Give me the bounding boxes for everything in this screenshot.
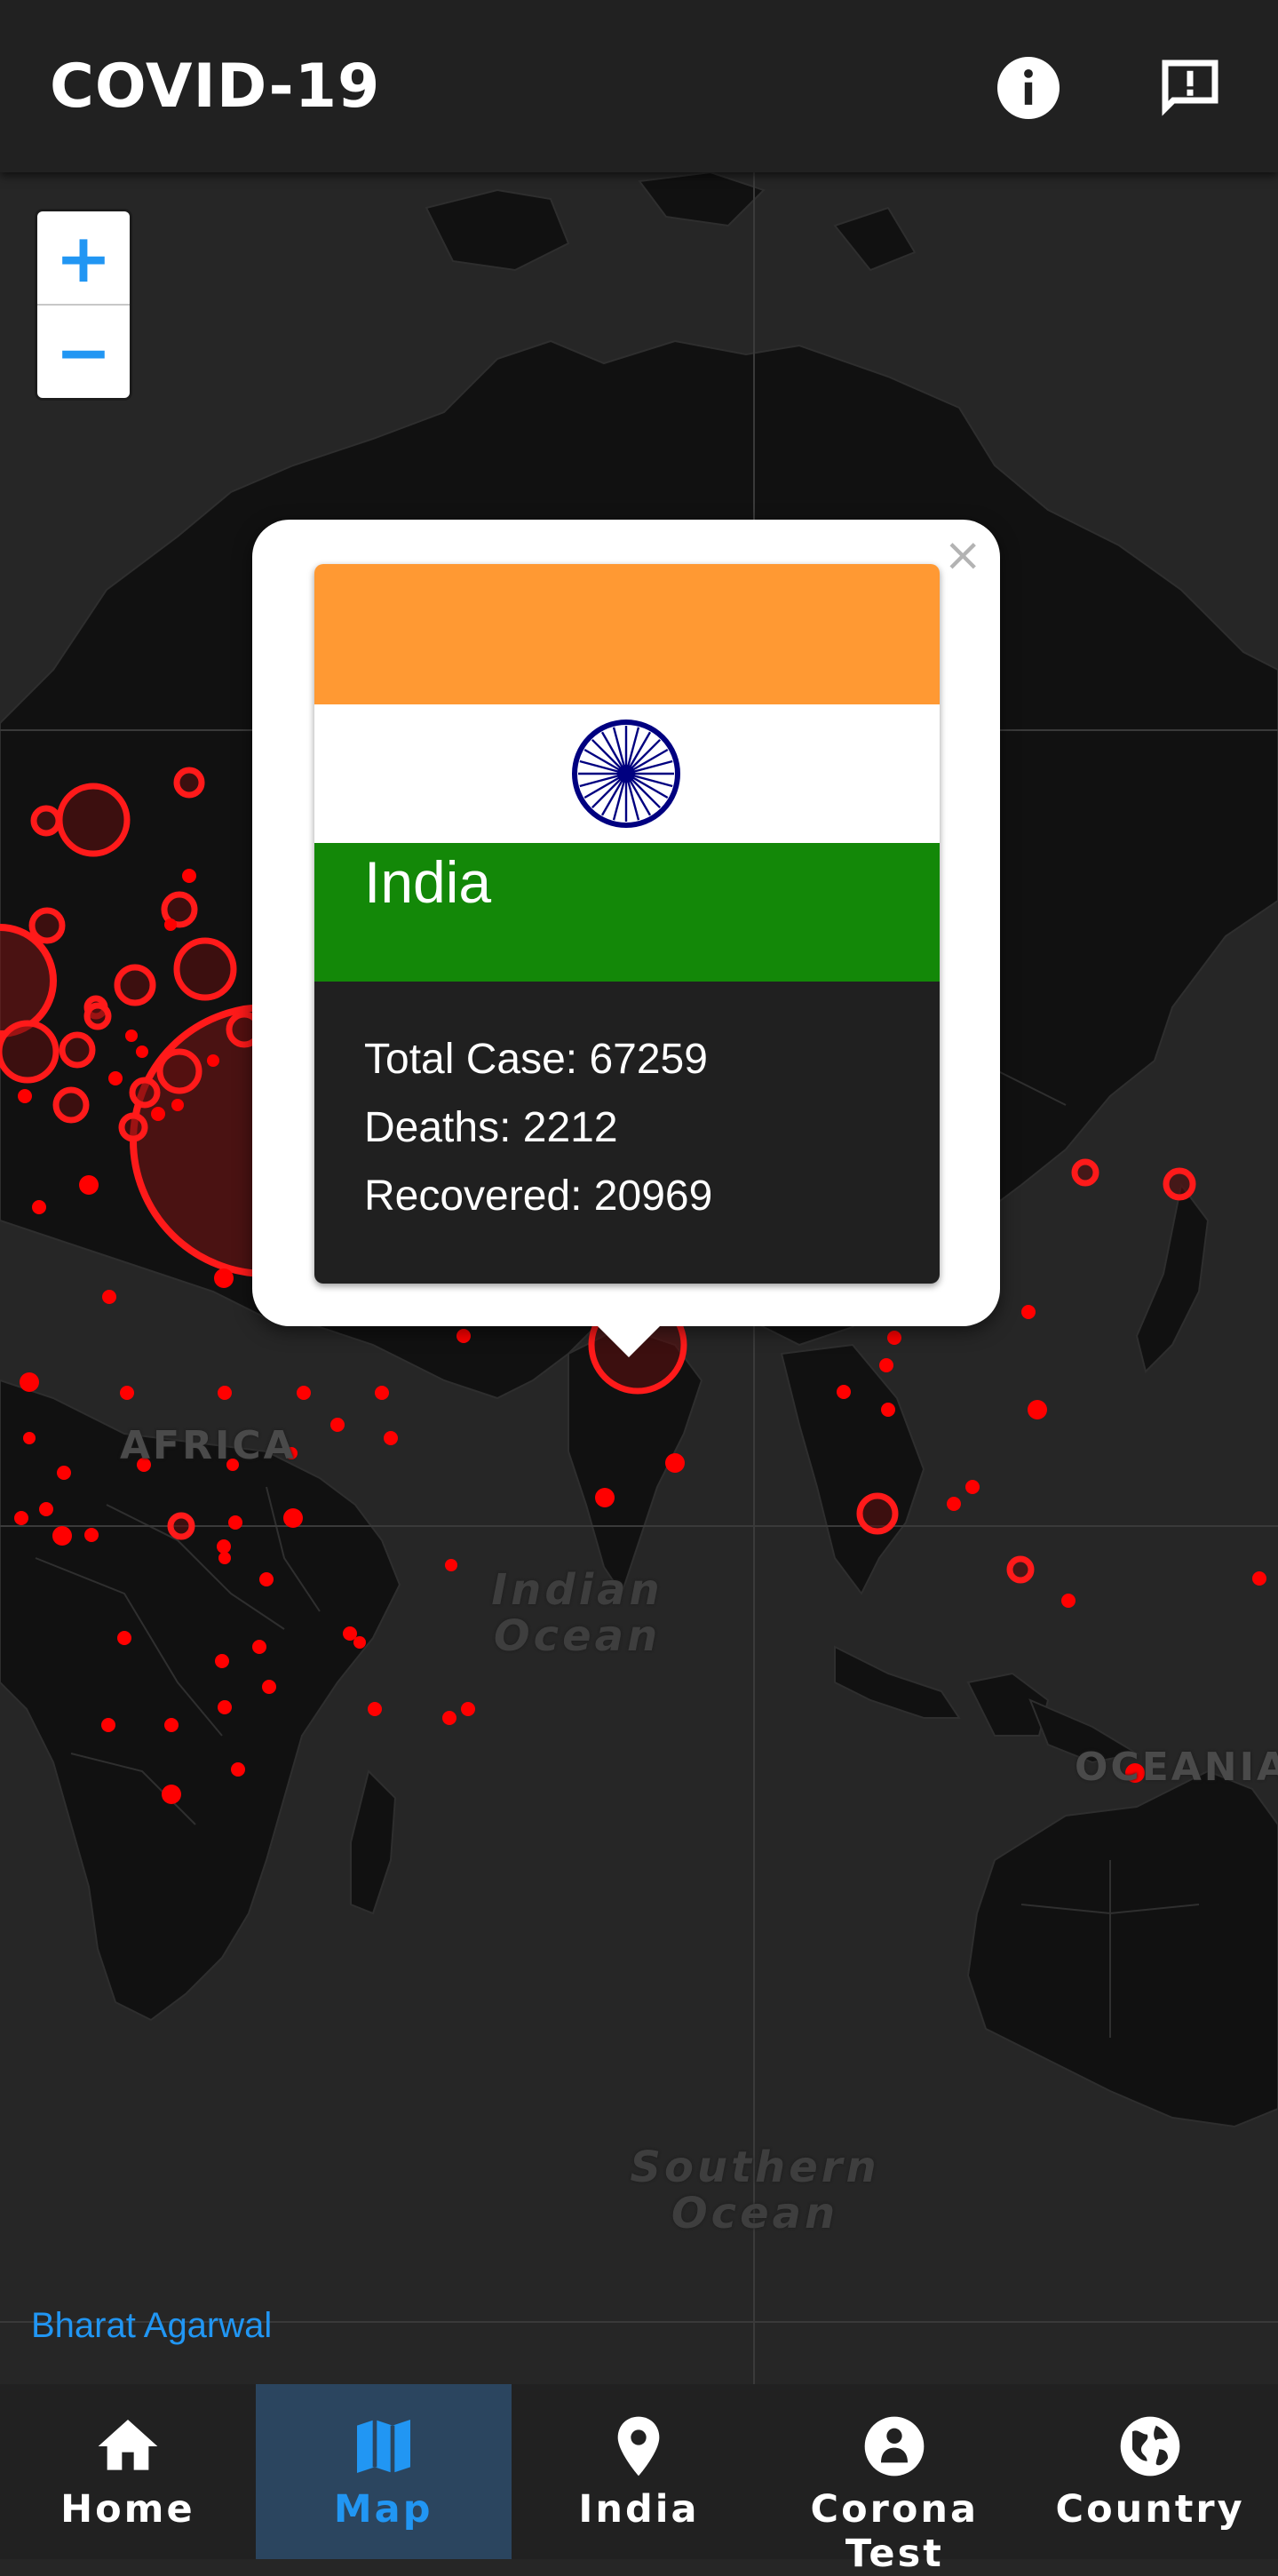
nav-label-map: Map [333, 2487, 433, 2532]
home-icon [98, 2420, 158, 2470]
map-label-indian-ocean: Indian Ocean [491, 1565, 663, 1661]
map-label-africa: AFRICA [120, 1423, 297, 1468]
nav-item-map[interactable]: Map [255, 2384, 512, 2559]
location-pin-icon [618, 2416, 660, 2477]
attribution-link[interactable]: Bharat Agarwal [31, 2306, 272, 2346]
ashoka-chakra-icon [572, 720, 680, 828]
bottom-nav: Home Map India Corona Test Country [0, 2384, 1278, 2576]
feedback-icon [1162, 60, 1218, 116]
india-flag: India [314, 564, 940, 982]
country-card: India Total Case: 67259 Deaths: 2212 Rec… [314, 564, 940, 1284]
country-stats: Total Case: 67259 Deaths: 2212 Recovered… [314, 982, 940, 1284]
nav-label-corona-test: Corona Test [810, 2487, 980, 2576]
app-bar: COVID-19 [0, 0, 1278, 172]
globe-icon [1120, 2416, 1180, 2477]
stat-total-cases: Total Case: 67259 [364, 1036, 708, 1083]
stat-recovered: Recovered: 20969 [364, 1173, 713, 1220]
info-button[interactable] [991, 51, 1066, 125]
nav-item-india[interactable]: India [512, 2384, 767, 2559]
nav-label-country: Country [1055, 2487, 1245, 2532]
feedback-button[interactable] [1153, 51, 1227, 125]
info-icon [997, 57, 1060, 119]
nav-item-home[interactable]: Home [0, 2384, 256, 2559]
map-label-southern-ocean: Southern Ocean [630, 2143, 880, 2238]
zoom-control: + − [37, 211, 130, 398]
nav-label-india: India [578, 2487, 700, 2532]
country-popup: × India Total Case: 67259 Deaths: 2212 R… [252, 520, 1000, 1326]
map-icon [356, 2420, 410, 2473]
zoom-in-button[interactable]: + [37, 211, 130, 306]
nav-item-country[interactable]: Country [1022, 2384, 1278, 2559]
app-title: COVID-19 [50, 52, 381, 122]
flag-saffron-band [314, 564, 940, 704]
nav-item-corona-test[interactable]: Corona Test [766, 2384, 1022, 2576]
nav-label-home: Home [60, 2487, 195, 2532]
map-label-oceania: OCEANIA [1075, 1745, 1278, 1790]
popup-pointer [595, 1324, 663, 1357]
stat-deaths: Deaths: 2212 [364, 1104, 618, 1151]
country-name: India [364, 849, 492, 915]
zoom-out-button[interactable]: − [37, 306, 130, 398]
popup-close-button[interactable]: × [943, 532, 982, 578]
test-person-icon [864, 2416, 925, 2477]
